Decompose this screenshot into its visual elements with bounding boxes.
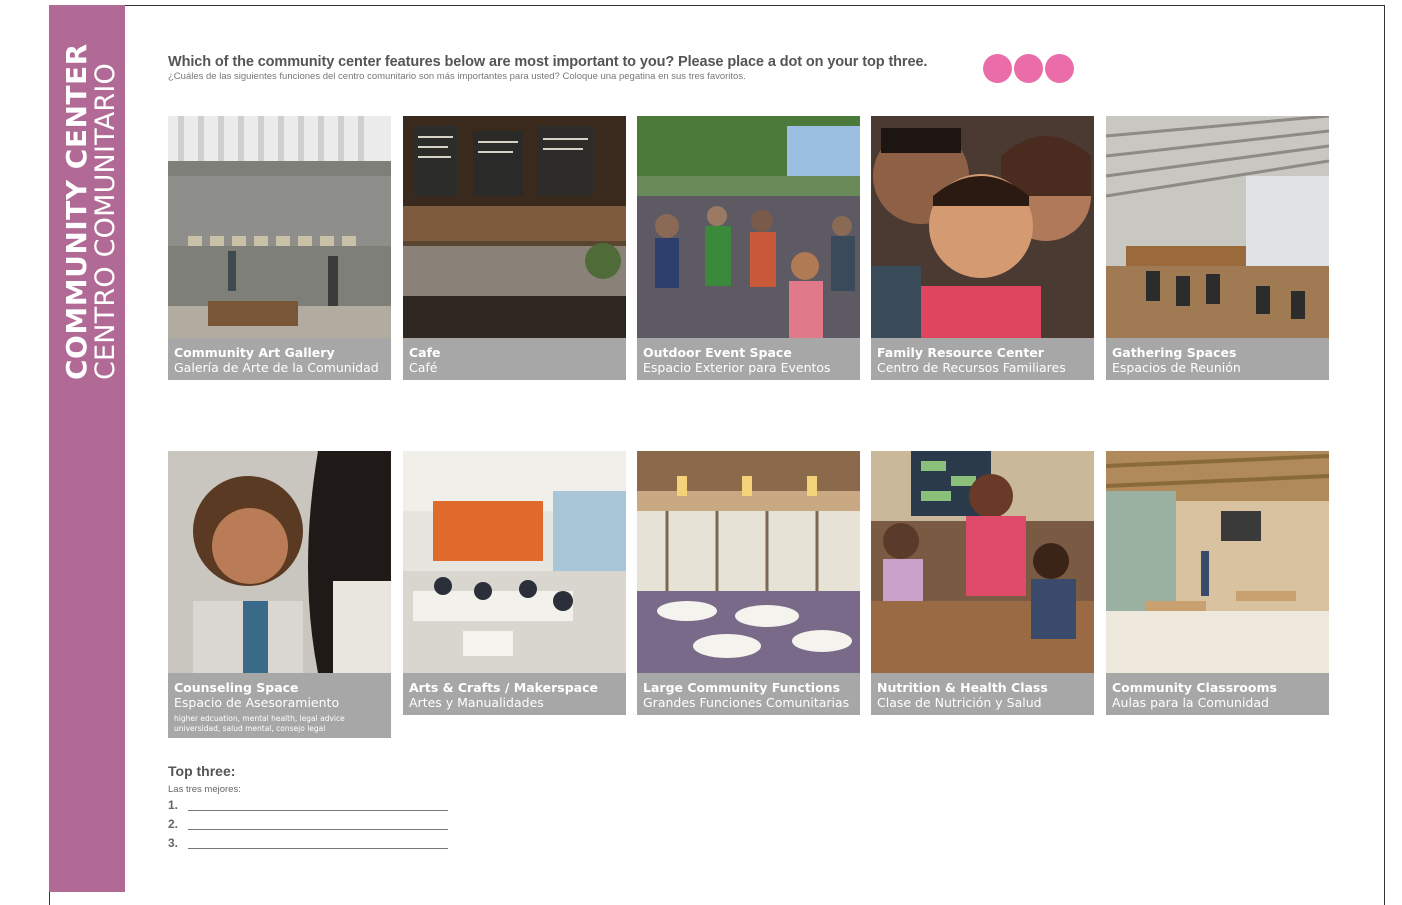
title-spanish: CENTRO COMUNITARIO	[90, 63, 121, 380]
outdoor-event-photo	[637, 116, 860, 338]
card-caption: Community Art Gallery Galería de Arte de…	[168, 338, 391, 380]
question-spanish: ¿Cuáles de las siguientes funciones del …	[168, 71, 746, 82]
gallery-photo	[168, 116, 391, 338]
card-title: Large Community Functions	[643, 680, 841, 695]
card-subtitle: Espacio Exterior para Eventos	[643, 360, 831, 375]
counseling-photo	[168, 451, 391, 673]
answer-line-3[interactable]: 3.	[168, 834, 448, 853]
card-caption: Arts & Crafts / Makerspace Artes y Manua…	[403, 673, 626, 715]
vertical-title: COMMUNITY CENTER CENTRO COMUNITARIO	[60, 20, 132, 380]
dot-icon	[1014, 54, 1043, 83]
dot-icon	[983, 54, 1012, 83]
nutrition-photo	[871, 451, 1094, 673]
survey-question: Which of the community center features b…	[168, 53, 968, 83]
card-title: Arts & Crafts / Makerspace	[409, 680, 598, 695]
card-title: Community Classrooms	[1112, 680, 1277, 695]
card-caption: Gathering Spaces Espacios de Reunión	[1106, 338, 1329, 380]
card-title: Gathering Spaces	[1112, 345, 1237, 360]
card-subtitle: Clase de Nutrición y Salud	[877, 695, 1042, 710]
write-line	[188, 848, 448, 849]
card-subtitle: Grandes Funciones Comunitarias	[643, 695, 850, 710]
gathering-photo	[1106, 116, 1329, 338]
card-title: Family Resource Center	[877, 345, 1044, 360]
top-three-subtitle: Las tres mejores:	[168, 784, 241, 795]
cafe-photo	[403, 116, 626, 338]
card-caption: Family Resource Center Centro de Recurso…	[871, 338, 1094, 380]
card-subtitle: Café	[409, 360, 438, 375]
card-subtitle: Aulas para la Comunidad	[1112, 695, 1269, 710]
line-number: 1.	[168, 798, 179, 812]
card-subtitle: Artes y Manualidades	[409, 695, 544, 710]
card-title: Outdoor Event Space	[643, 345, 792, 360]
line-number: 3.	[168, 836, 179, 850]
card-title: Cafe	[409, 345, 441, 360]
banquet-photo	[637, 451, 860, 673]
title-english: COMMUNITY CENTER	[60, 43, 93, 380]
card-caption: Nutrition & Health Class Clase de Nutric…	[871, 673, 1094, 715]
top-three-section: Top three: Las tres mejores: 1. 2. 3.	[168, 763, 448, 853]
card-caption: Large Community Functions Grandes Funcio…	[637, 673, 860, 715]
card-subtitle: Espacios de Reunión	[1112, 360, 1241, 375]
card-caption: Counseling Space Espacio de Asesoramient…	[168, 673, 391, 738]
family-photo	[871, 116, 1094, 338]
top-three-title: Top three:	[168, 763, 236, 779]
card-title: Community Art Gallery	[174, 345, 335, 360]
makerspace-photo	[403, 451, 626, 673]
classroom-photo	[1106, 451, 1329, 673]
write-line	[188, 829, 448, 830]
card-note: higher edcuation, mental health, legal a…	[174, 714, 345, 733]
card-caption: Community Classrooms Aulas para la Comun…	[1106, 673, 1329, 715]
card-title: Counseling Space	[174, 680, 299, 695]
card-subtitle: Centro de Recursos Familiares	[877, 360, 1066, 375]
line-number: 2.	[168, 817, 179, 831]
card-subtitle: Galería de Arte de la Comunidad	[174, 360, 379, 375]
card-caption: Outdoor Event Space Espacio Exterior par…	[637, 338, 860, 380]
answer-line-1[interactable]: 1.	[168, 796, 448, 815]
dot-icon	[1045, 54, 1074, 83]
answer-line-2[interactable]: 2.	[168, 815, 448, 834]
card-title: Nutrition & Health Class	[877, 680, 1048, 695]
question-english: Which of the community center features b…	[168, 54, 928, 70]
card-caption: Cafe Café	[403, 338, 626, 380]
card-subtitle: Espacio de Asesoramiento	[174, 695, 340, 710]
write-line	[188, 810, 448, 811]
